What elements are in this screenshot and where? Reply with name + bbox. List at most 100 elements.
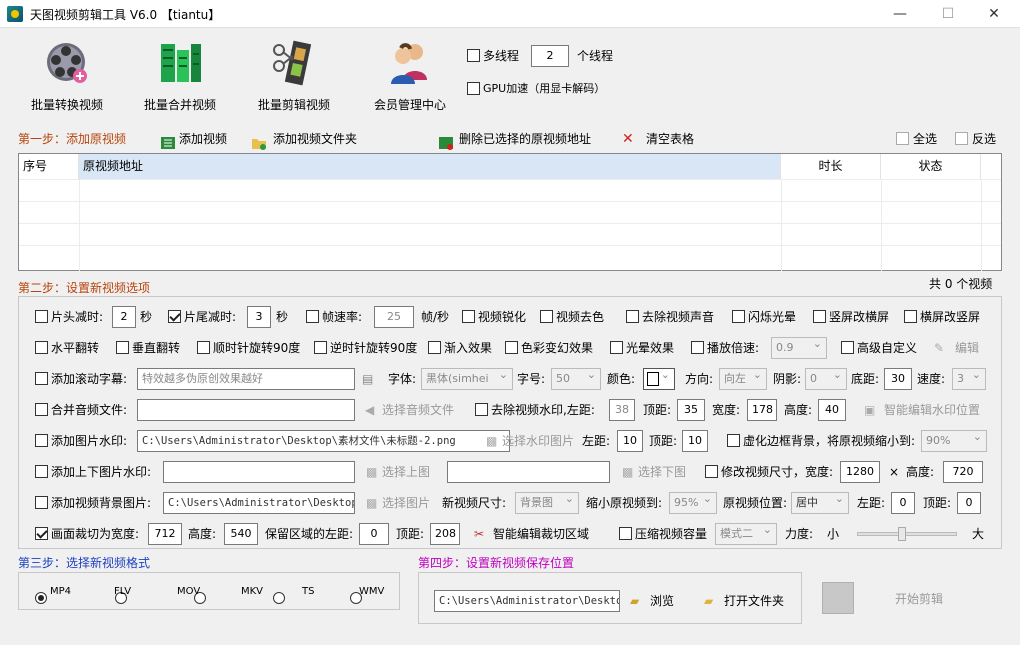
select-all-label[interactable]: 全选 [913,128,937,150]
halo-checkbox[interactable] [610,341,623,354]
fps-input[interactable]: 25 [374,306,414,328]
select-all-checkbox[interactable] [896,132,909,145]
format-flv-label[interactable]: FLV [114,581,131,603]
img-left-input[interactable]: 10 [617,430,643,452]
format-wmv-label[interactable]: WMV [359,581,384,603]
member-center-button[interactable]: 会员管理中心 [360,36,460,116]
img-wm-path-input[interactable]: C:\Users\Administrator\Desktop\素材文件\未标题-… [137,430,510,452]
head-cut-input[interactable]: 2 [112,306,136,328]
advanced-checkbox[interactable] [841,341,854,354]
merge-audio-checkbox[interactable] [35,403,48,416]
close-button[interactable]: ✕ [971,0,1017,28]
format-ts-label[interactable]: TS [302,581,314,603]
gpu-checkbox[interactable] [467,82,480,95]
format-mkv-label[interactable]: MKV [241,581,263,603]
wm-width-input[interactable]: 178 [747,399,777,421]
scroll-sub-checkbox[interactable] [35,372,48,385]
wm-height-input[interactable]: 40 [818,399,846,421]
wm-top-input[interactable]: 35 [677,399,705,421]
batch-convert-button[interactable]: 批量转换视频 [17,36,117,116]
img-top-input[interactable]: 10 [682,430,708,452]
smart-wm-button[interactable]: 智能编辑水印位置 [884,399,980,421]
img-wm-checkbox[interactable] [35,434,48,447]
position-select[interactable]: 居中 [791,492,849,514]
select-down-button[interactable]: 选择下图 [638,461,686,483]
compress-mode-select[interactable]: 模式二 [715,523,777,545]
browse-button[interactable]: 浏览 [650,590,674,612]
speed-select[interactable]: 0.9 [771,337,827,359]
col-status[interactable]: 状态 [881,154,981,179]
strength-slider[interactable] [857,532,957,536]
bg-top-input[interactable]: 0 [957,492,981,514]
multithread-checkbox[interactable] [467,49,480,62]
audio-path-input[interactable] [137,399,355,421]
minimize-button[interactable]: — [877,0,923,28]
color-fx-checkbox[interactable] [505,341,518,354]
delete-selected-button[interactable]: 删除已选择的原视频地址 [459,128,591,150]
shadow-select[interactable]: 0 [805,368,847,390]
resize-height-input[interactable]: 720 [943,461,983,483]
select-img-wm-button[interactable]: 选择水印图片 [502,430,574,452]
format-mp4-radio[interactable] [35,592,47,604]
smart-crop-button[interactable]: 智能编辑裁切区域 [493,523,589,545]
wm-left-input[interactable]: 38 [609,399,635,421]
format-mkv-radio[interactable] [273,592,285,604]
cw90-checkbox[interactable] [197,341,210,354]
fade-checkbox[interactable] [428,341,441,354]
compress-checkbox[interactable] [619,527,632,540]
scroll-text-input[interactable]: 特效越多伪原创效果越好 [137,368,355,390]
scroll-speed-select[interactable]: 3 [952,368,986,390]
font-select[interactable]: 黑体(simhei [421,368,513,390]
open-folder-button[interactable]: 打开文件夹 [724,590,784,612]
col-index[interactable]: 序号 [23,154,79,179]
invert-label[interactable]: 反选 [972,128,996,150]
col-duration[interactable]: 时长 [781,154,881,179]
save-path-input[interactable]: C:\Users\Administrator\Desktop\ [434,590,620,612]
flash-checkbox[interactable] [732,310,745,323]
bg-img-checkbox[interactable] [35,496,48,509]
decolor-checkbox[interactable] [540,310,553,323]
up-img-input[interactable] [163,461,355,483]
fps-checkbox[interactable] [306,310,319,323]
add-video-button[interactable]: 添加视频 [179,128,227,150]
format-mov-label[interactable]: MOV [177,581,200,603]
format-mp4-label[interactable]: MP4 [50,581,71,603]
bottom-input[interactable]: 30 [884,368,912,390]
speed-checkbox[interactable] [691,341,704,354]
crop-checkbox[interactable] [35,527,48,540]
vflip-checkbox[interactable] [116,341,129,354]
keep-top-input[interactable]: 208 [430,523,460,545]
crop-width-input[interactable]: 712 [148,523,182,545]
down-img-input[interactable] [447,461,610,483]
add-folder-button[interactable]: 添加视频文件夹 [273,128,357,150]
maximize-button[interactable]: ☐ [925,0,971,28]
tail-cut-checkbox[interactable] [168,310,181,323]
clear-table-button[interactable]: 清空表格 [646,128,694,150]
resize-checkbox[interactable] [705,465,718,478]
keep-left-input[interactable]: 0 [359,523,389,545]
crop-height-input[interactable]: 540 [224,523,258,545]
tail-cut-input[interactable]: 3 [247,306,271,328]
batch-merge-button[interactable]: 批量合并视频 [130,36,230,116]
batch-cut-button[interactable]: 批量剪辑视频 [244,36,344,116]
resize-width-input[interactable]: 1280 [840,461,880,483]
scale-select[interactable]: 90% [921,430,987,452]
bg-left-input[interactable]: 0 [891,492,915,514]
hflip-checkbox[interactable] [35,341,48,354]
direction-select[interactable]: 向左 [719,368,767,390]
edit-button[interactable]: 编辑 [955,337,979,359]
thread-count-input[interactable]: 2 [531,45,569,67]
bg-path-input[interactable]: C:\Users\Administrator\Desktop\c [163,492,355,514]
invert-checkbox[interactable] [955,132,968,145]
color-picker[interactable] [643,368,675,390]
shrink-select[interactable]: 95% [669,492,717,514]
head-cut-checkbox[interactable] [35,310,48,323]
remove-audio-checkbox[interactable] [626,310,639,323]
h2v-checkbox[interactable] [904,310,917,323]
select-pic-button[interactable]: 选择图片 [382,492,430,514]
select-audio-button[interactable]: 选择音频文件 [382,399,454,421]
blur-bg-checkbox[interactable] [727,434,740,447]
sharpen-checkbox[interactable] [462,310,475,323]
select-up-button[interactable]: 选择上图 [382,461,430,483]
new-size-select[interactable]: 背景图 [515,492,579,514]
